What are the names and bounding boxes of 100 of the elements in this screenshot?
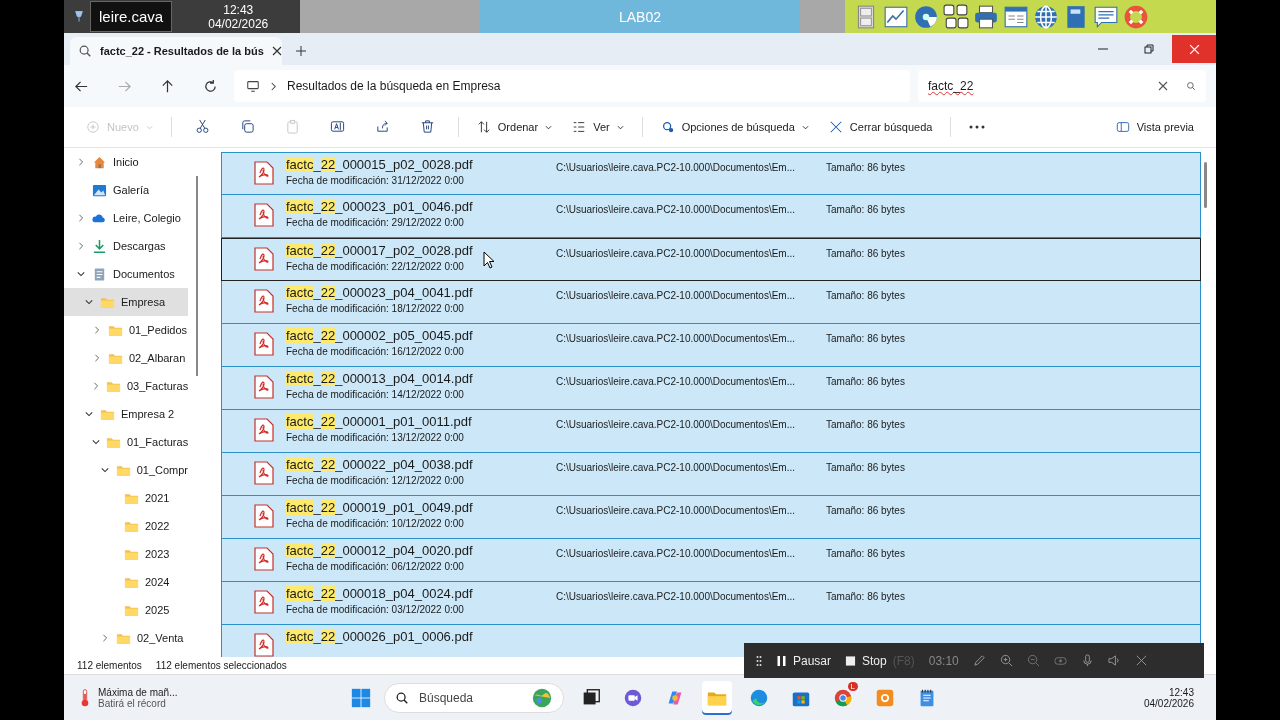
file-row[interactable]: factc_22_000002_p05_0045.pdf Fecha de modificación: 16/12/2022 0:00 C:\Usuarios\leire.cava.PC2-10.000\Documentos\Em... Tamaño: 86 bytes bbox=[221, 324, 1201, 367]
search-options-button[interactable]: Opciones de búsqueda bbox=[652, 115, 817, 139]
file-path: C:\Usuarios\leire.cava.PC2-10.000\Documentos\Em... bbox=[556, 289, 796, 301]
nav-item[interactable]: 01_Pedidos bbox=[129, 324, 188, 336]
pdf-file-icon bbox=[254, 289, 274, 313]
monitor-icon bbox=[246, 79, 260, 93]
chevron-down-icon[interactable] bbox=[85, 298, 93, 306]
file-size: Tamaño: 86 bytes bbox=[826, 547, 905, 559]
nav-item[interactable]: 02_Venta bbox=[137, 632, 184, 644]
weather-title[interactable]: Máxima de mañ... bbox=[98, 686, 178, 698]
taskbar-search-field[interactable]: Búsqueda bbox=[384, 682, 564, 713]
file-row[interactable]: factc_22_000019_p01_0049.pdf Fecha de modificación: 10/12/2022 0:00 C:\Usuarios\leire.cava.PC2-10.000\Documentos\Em... Tamaño: 86 bytes bbox=[221, 496, 1201, 539]
zoom-out-icon[interactable] bbox=[1026, 654, 1040, 667]
refresh-icon[interactable] bbox=[203, 78, 218, 94]
chevron-right-icon[interactable] bbox=[101, 634, 109, 642]
file-name: factc_22_000022_p04_0038.pdf bbox=[286, 457, 474, 472]
file-size: Tamaño: 86 bytes bbox=[826, 504, 905, 516]
nav-item[interactable]: 2021 bbox=[145, 492, 170, 504]
file-row[interactable]: factc_22_000023_p04_0041.pdf Fecha de modificación: 18/12/2022 0:00 C:\Usuarios\leire.cava.PC2-10.000\Documentos\Em... Tamaño: 86 bytes bbox=[221, 281, 1201, 324]
scrollbar[interactable] bbox=[196, 176, 198, 376]
file-name: factc_22_000017_p02_0028.pdf bbox=[286, 243, 474, 258]
search-field[interactable]: factc_22 bbox=[918, 70, 1206, 102]
taskbar-button[interactable]: L bbox=[828, 680, 858, 715]
nav-item[interactable]: Galería bbox=[113, 184, 150, 196]
trash-icon[interactable] bbox=[419, 118, 435, 134]
nav-item[interactable]: Inicio bbox=[113, 156, 139, 168]
taskbar-time[interactable]: 12:43 bbox=[1168, 686, 1194, 698]
modified-date: Fecha de modificación: 10/12/2022 0:00 bbox=[286, 518, 465, 529]
lifebuoy-icon[interactable] bbox=[1123, 3, 1149, 30]
speaker-icon[interactable] bbox=[1107, 654, 1121, 667]
caret-icon bbox=[616, 124, 624, 130]
restore-icon[interactable] bbox=[1144, 44, 1154, 54]
nav-item[interactable]: Documentos bbox=[113, 268, 175, 280]
preview-button[interactable]: Vista previa bbox=[1107, 115, 1202, 139]
chevron-right-icon[interactable] bbox=[77, 214, 85, 222]
close-icon[interactable] bbox=[271, 46, 282, 56]
file-row[interactable]: factc_22_000012_p04_0020.pdf Fecha de modificación: 06/12/2022 0:00 C:\Usuarios\leire.cava.PC2-10.000\Documentos\Em... Tamaño: 86 bytes bbox=[221, 539, 1201, 582]
nav-item[interactable]: 03_Facturas bbox=[127, 380, 189, 392]
file-row[interactable]: factc_22_000023_p01_0046.pdf Fecha de modificación: 29/12/2022 0:00 C:\Usuarios\leire.cava.PC2-10.000\Documentos\Em... Tamaño: 86 bytes bbox=[221, 195, 1201, 238]
nav-item[interactable]: Empresa 2 bbox=[121, 408, 175, 420]
nav-item[interactable]: Descargas bbox=[113, 240, 166, 252]
nav-item[interactable]: 2024 bbox=[145, 576, 170, 588]
scrollbar[interactable] bbox=[1204, 162, 1207, 208]
nav-item[interactable]: 02_Albaran bbox=[129, 352, 186, 364]
chevron-down-icon[interactable] bbox=[85, 410, 93, 418]
copy-icon[interactable] bbox=[239, 118, 255, 134]
globe-icon[interactable] bbox=[1033, 3, 1059, 30]
thermometer-icon[interactable] bbox=[80, 687, 90, 708]
webcam-icon[interactable] bbox=[1053, 654, 1067, 667]
keyboard-keys-icon[interactable] bbox=[943, 3, 969, 30]
chevron-right-icon[interactable] bbox=[93, 354, 101, 362]
file-row[interactable]: factc_22_000018_p04_0024.pdf Fecha de modificación: 03/12/2022 0:00 C:\Usuarios\leire.cava.PC2-10.000\Documentos\Em... Tamaño: 86 bytes bbox=[221, 582, 1201, 625]
pencil-icon[interactable] bbox=[972, 654, 986, 667]
close-search-button[interactable]: Cerrar búsqueda bbox=[820, 115, 941, 139]
file-row[interactable]: factc_22_000022_p04_0038.pdf Fecha de modificación: 12/12/2022 0:00 C:\Usuarios\leire.cava.PC2-10.000\Documentos\Em... Tamaño: 86 bytes bbox=[221, 453, 1201, 496]
file-size: Tamaño: 86 bytes bbox=[826, 375, 905, 387]
start-icon[interactable] bbox=[350, 686, 372, 709]
chevron-right-icon[interactable] bbox=[92, 382, 100, 390]
modified-date: Fecha de modificación: 14/12/2022 0:00 bbox=[286, 389, 465, 400]
chevron-right-icon[interactable] bbox=[77, 242, 85, 250]
nav-item[interactable]: Leire, Colegio bbox=[113, 212, 181, 224]
up-icon[interactable] bbox=[160, 78, 175, 94]
scissors-icon[interactable] bbox=[194, 118, 210, 134]
nav-item[interactable]: 2025 bbox=[145, 604, 170, 616]
taskbar-date[interactable]: 04/02/2026 bbox=[1143, 697, 1194, 709]
zoom-in-icon[interactable] bbox=[999, 654, 1013, 667]
nav-item[interactable]: Empresa bbox=[121, 296, 166, 308]
grip-icon[interactable] bbox=[756, 654, 762, 667]
nav-item[interactable]: 01_Facturas bbox=[127, 436, 189, 448]
chevron-down-icon[interactable] bbox=[100, 466, 109, 474]
file-row[interactable]: factc_22_000015_p02_0028.pdf Fecha de modificación: 31/12/2022 0:00 C:\Usuarios\leire.cava.PC2-10.000\Documentos\Em... Tamaño: 86 bytes bbox=[221, 152, 1201, 195]
modified-date: Fecha de modificación: 29/12/2022 0:00 bbox=[286, 217, 465, 228]
chevron-down-icon[interactable] bbox=[92, 438, 100, 446]
user-button[interactable]: leire.cava bbox=[90, 1, 173, 32]
view-menu-button[interactable]: Ver bbox=[564, 115, 632, 139]
file-row[interactable]: factc_22_000001_p01_0011.pdf Fecha de modificación: 13/12/2022 0:00 C:\Usuarios\leire.cava.PC2-10.000\Documentos\Em... Tamaño: 86 bytes bbox=[221, 410, 1201, 453]
nav-item[interactable]: 2022 bbox=[145, 520, 170, 532]
search-icon[interactable] bbox=[1186, 81, 1196, 91]
file-path: C:\Usuarios\leire.cava.PC2-10.000\Documentos\Em... bbox=[556, 332, 796, 344]
pause-icon bbox=[776, 654, 787, 667]
chevron-right-icon[interactable] bbox=[77, 158, 85, 166]
more-icon[interactable] bbox=[969, 125, 986, 129]
file-size: Tamaño: 86 bytes bbox=[826, 418, 905, 430]
file-size: Tamaño: 86 bytes bbox=[826, 590, 905, 602]
file-row[interactable]: factc_22_000013_p04_0014.pdf Fecha de modificación: 14/12/2022 0:00 C:\Usuarios\leire.cava.PC2-10.000\Documentos\Em... Tamaño: 86 bytes bbox=[221, 367, 1201, 410]
clear-icon[interactable] bbox=[1158, 81, 1168, 91]
nav-item[interactable]: 2023 bbox=[145, 548, 170, 560]
weather-subtitle[interactable]: Batirá el récord bbox=[98, 697, 178, 709]
window-tab[interactable]: factc_22 - Resultados de la bús bbox=[70, 37, 282, 65]
sort-menu-button[interactable]: Ordenar bbox=[468, 115, 561, 139]
address-bar[interactable]: Resultados de la búsqueda en Empresa bbox=[234, 70, 910, 102]
chevron-down-icon[interactable] bbox=[77, 270, 85, 278]
file-row[interactable]: factc_22_000017_p02_0028.pdf Fecha de modificación: 22/12/2022 0:00 C:\Usuarios\leire.cava.PC2-10.000\Documentos\Em... Tamaño: 86 bytes bbox=[221, 238, 1201, 281]
add-tab-icon[interactable] bbox=[296, 46, 306, 56]
rename-icon[interactable] bbox=[329, 118, 345, 134]
printer-icon[interactable] bbox=[973, 3, 999, 30]
nav-item[interactable]: 01_Compr bbox=[136, 464, 188, 476]
microphone-icon[interactable] bbox=[1080, 654, 1094, 667]
chevron-right-icon[interactable] bbox=[93, 326, 101, 334]
share-icon[interactable] bbox=[374, 118, 390, 134]
